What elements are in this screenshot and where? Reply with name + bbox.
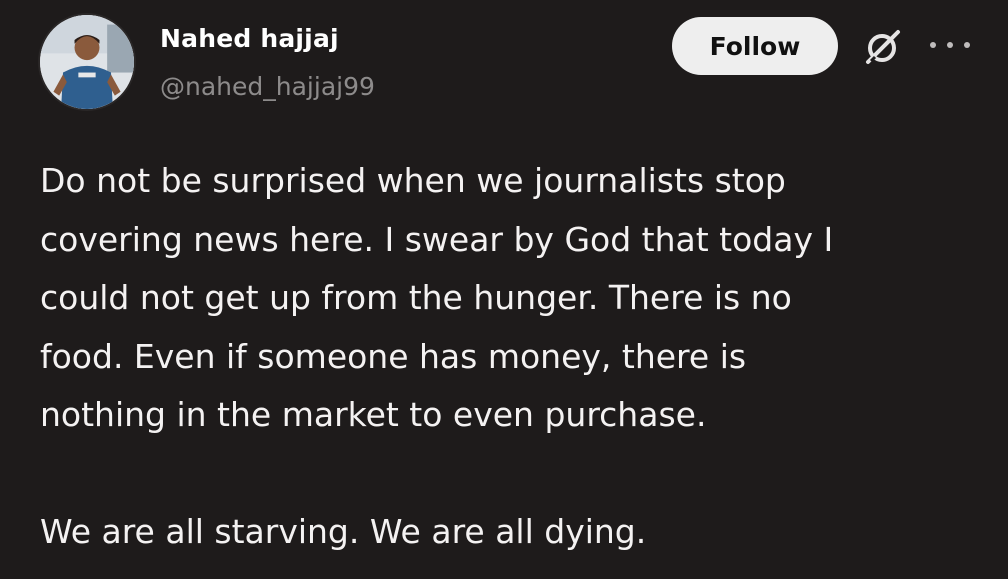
avatar-image bbox=[40, 15, 134, 109]
post-line: Do not be surprised when we journalists … bbox=[40, 161, 786, 200]
post-line: nothing in the market to even purchase. bbox=[40, 395, 707, 434]
author-handle[interactable]: @nahed_hajjaj99 bbox=[160, 72, 375, 101]
post-line: We are all starving. We are all dying. bbox=[40, 512, 647, 551]
post-card: Nahed hajjaj @nahed_hajjaj99 Follow Do n… bbox=[0, 0, 1008, 579]
follow-button[interactable]: Follow bbox=[672, 17, 838, 75]
author-avatar[interactable] bbox=[38, 13, 136, 111]
post-line: covering news here. I swear by God that … bbox=[40, 219, 834, 259]
post-paragraph: Do not be surprised when we journalists … bbox=[40, 152, 970, 445]
post-line: could not get up from the hunger. There … bbox=[40, 278, 792, 317]
post-line: food. Even if someone has money, there i… bbox=[40, 336, 747, 376]
more-dot bbox=[947, 42, 953, 48]
more-dot bbox=[964, 42, 970, 48]
more-horizontal-icon[interactable] bbox=[930, 30, 970, 60]
post-paragraph: We are all starving. We are all dying. bbox=[40, 503, 970, 562]
author-display-name[interactable]: Nahed hajjaj bbox=[160, 24, 339, 53]
grok-icon[interactable] bbox=[862, 26, 904, 68]
post-text: Do not be surprised when we journalists … bbox=[40, 152, 970, 562]
more-dot bbox=[930, 42, 936, 48]
